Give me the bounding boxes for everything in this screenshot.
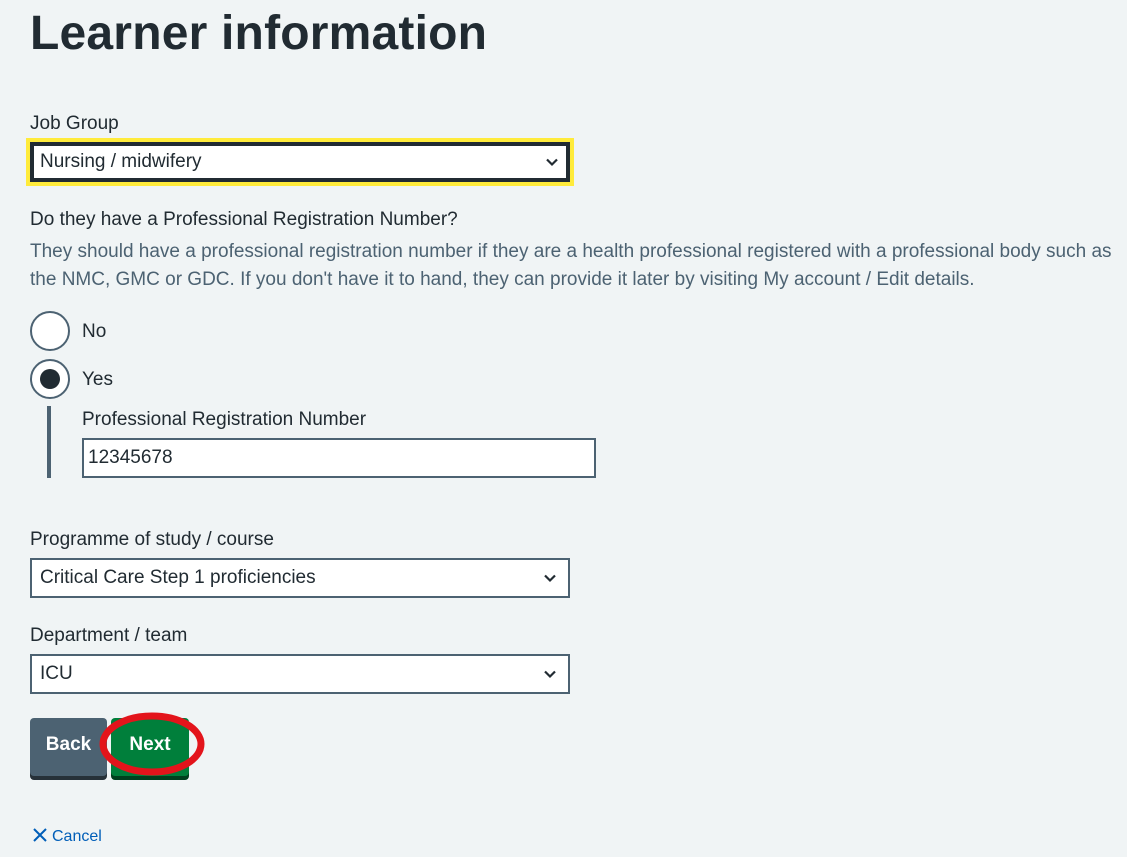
job-group-label: Job Group	[30, 113, 119, 134]
job-group-select-value: Nursing / midwifery	[40, 151, 202, 172]
programme-select-value: Critical Care Step 1 proficiencies	[40, 567, 316, 588]
programme-label: Programme of study / course	[30, 529, 274, 550]
radio-selected-dot	[40, 369, 60, 389]
radio-no[interactable]	[30, 311, 70, 351]
registration-hint: They should have a professional registra…	[30, 241, 1112, 290]
radio-yes[interactable]	[30, 359, 70, 399]
registration-number-input[interactable]: 12345678	[82, 438, 596, 478]
cancel-label: Cancel	[52, 828, 102, 845]
radio-no-label[interactable]: No	[82, 320, 106, 344]
job-group-select[interactable]: Nursing / midwifery	[26, 138, 574, 186]
conditional-reveal-bar	[47, 406, 51, 478]
department-select-value: ICU	[40, 663, 73, 684]
department-select[interactable]: ICU	[30, 654, 570, 694]
radio-yes-label[interactable]: Yes	[82, 368, 113, 392]
next-button[interactable]: Next	[111, 718, 189, 776]
registration-number-label: Professional Registration Number	[82, 409, 367, 430]
programme-select[interactable]: Critical Care Step 1 proficiencies	[30, 558, 570, 598]
back-button[interactable]: Back	[30, 718, 107, 776]
chevron-down-icon	[546, 158, 558, 167]
close-icon	[33, 828, 47, 842]
learner-information-page: Learner information Job Group Nursing / …	[0, 0, 1127, 857]
department-label: Department / team	[30, 625, 188, 646]
chevron-down-icon	[544, 670, 556, 679]
registration-question: Do they have a Professional Registration…	[30, 209, 458, 230]
page-title: Learner information	[30, 7, 488, 60]
job-group-select-inner: Nursing / midwifery	[30, 142, 570, 182]
cancel-link[interactable]: Cancel	[32, 826, 102, 848]
chevron-down-icon	[544, 574, 556, 583]
